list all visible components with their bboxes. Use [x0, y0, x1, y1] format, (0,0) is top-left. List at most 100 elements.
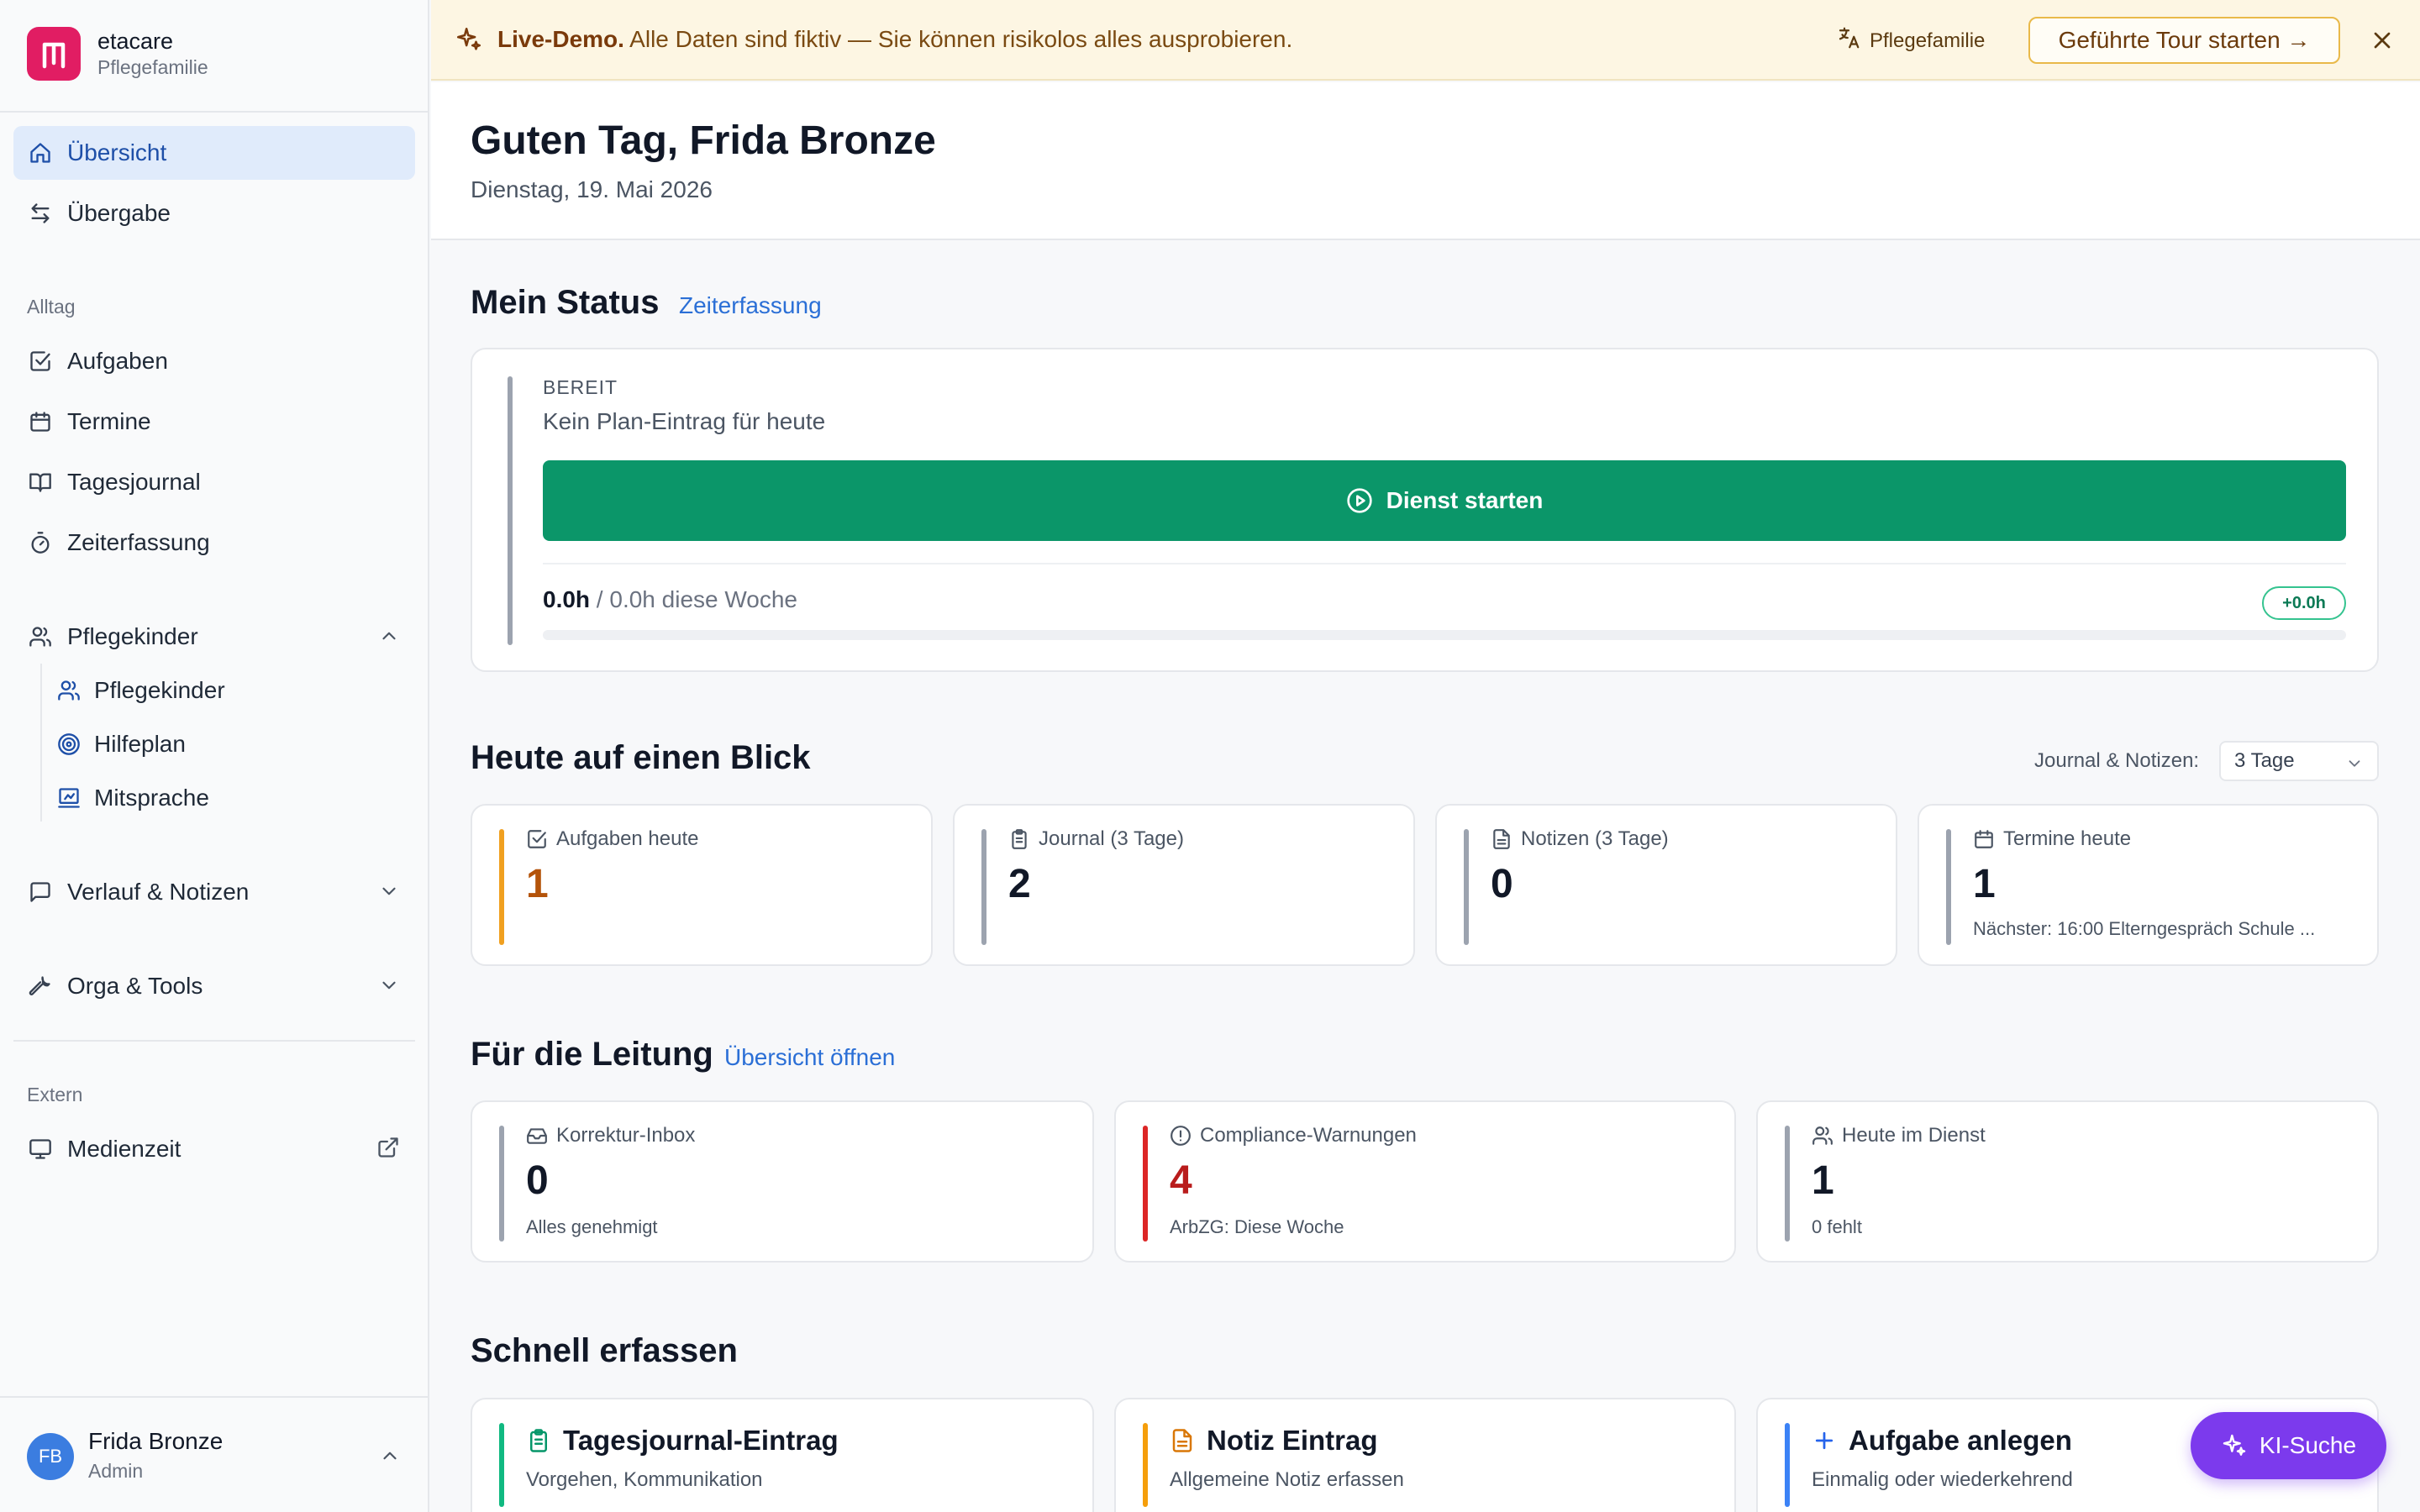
sidebar-item-aufgaben[interactable]: Aufgaben [13, 334, 415, 388]
sidebar-item-label: Termine [67, 408, 151, 434]
card-accent-bar [499, 1126, 504, 1242]
quick-card-tagesjournal[interactable]: Tagesjournal-Eintrag Vorgehen, Kommunika… [471, 1398, 1094, 1512]
sidebar-item-label: Pflegekinder [67, 623, 198, 649]
section-title-today: Heute auf einen Blick [471, 739, 811, 776]
submenu-guide [40, 664, 42, 822]
status-state: BEREIT [543, 376, 618, 398]
filter-label: Journal & Notizen: [2034, 749, 2200, 772]
sidebar-subitem-mitsprache[interactable]: Mitsprache [55, 774, 415, 822]
status-divider [543, 563, 2346, 564]
wrench-icon [27, 973, 54, 1000]
calendar-icon [27, 408, 54, 435]
clipboard-icon [1008, 828, 1030, 850]
stat-card-compliance[interactable]: Compliance-Warnungen 4 ArbZG: Diese Woch… [1114, 1100, 1736, 1263]
hours-done: 0.0h [543, 586, 591, 612]
page-header: Guten Tag, Frida Bronze Dienstag, 19. Ma… [431, 82, 2420, 240]
journal-range-select[interactable]: 3 Tage [2219, 741, 2379, 781]
sidebar-group-alltag: Alltag [27, 296, 76, 318]
swap-icon [27, 200, 54, 227]
stat-label: Korrektur-Inbox [556, 1124, 696, 1147]
close-icon[interactable] [2369, 27, 2396, 58]
chevron-down-icon [2345, 754, 2364, 779]
card-accent-bar [499, 1423, 504, 1507]
stat-card-notizen[interactable]: Notizen (3 Tage) 0 [1435, 804, 1897, 966]
sidebar-item-label: Tagesjournal [67, 469, 201, 495]
sidebar-item-label: Zeiterfassung [67, 529, 210, 555]
user-name: Frida Bronze [88, 1428, 224, 1454]
stat-card-aufgaben[interactable]: Aufgaben heute 1 [471, 804, 933, 966]
status-plan-text: Kein Plan-Eintrag für heute [543, 408, 826, 434]
sidebar-item-medienzeit[interactable]: Medienzeit [13, 1122, 415, 1176]
quick-card-title: Tagesjournal-Eintrag [563, 1425, 839, 1456]
start-shift-button[interactable]: Dienst starten [543, 460, 2346, 541]
sidebar-item-label: Aufgaben [67, 348, 168, 374]
sidebar-group-verlauf[interactable]: Verlauf & Notizen [13, 865, 415, 919]
section-title-leitung: Für die Leitung [471, 1036, 713, 1073]
banner-text: Alle Daten sind fiktiv — Sie können risi… [629, 26, 1293, 52]
checkbox-icon [27, 348, 54, 375]
ai-search-button[interactable]: KI-Suche [2191, 1412, 2386, 1479]
select-value: 3 Tage [2234, 749, 2295, 772]
sparkle-icon [2223, 1434, 2246, 1456]
stat-value: 0 [526, 1158, 549, 1203]
section-title-status: Mein Status [471, 284, 660, 321]
user-menu[interactable]: FB Frida Bronze Admin [0, 1396, 429, 1512]
sidebar-divider [13, 1040, 415, 1042]
card-accent-bar [1143, 1423, 1148, 1507]
stat-value: 1 [1812, 1158, 1834, 1203]
sidebar-item-tagesjournal[interactable]: Tagesjournal [13, 455, 415, 509]
brand-subtitle: Pflegefamilie [97, 56, 208, 78]
users-icon [55, 677, 82, 704]
translate-icon [1836, 25, 1861, 56]
card-accent-bar [1785, 1423, 1790, 1507]
timer-icon [27, 529, 54, 556]
stat-card-dienst[interactable]: Heute im Dienst 1 0 fehlt [1756, 1100, 2379, 1263]
stat-label: Journal (3 Tage) [1039, 827, 1184, 850]
quick-card-subtitle: Einmalig oder wiederkehrend [1812, 1468, 2073, 1491]
chevron-down-icon [378, 880, 400, 908]
sidebar-item-uebersicht[interactable]: Übersicht [13, 126, 415, 180]
sidebar-subitem-pflegekinder[interactable]: Pflegekinder [55, 667, 415, 714]
stat-card-korrektur[interactable]: Korrektur-Inbox 0 Alles genehmigt [471, 1100, 1094, 1263]
stat-label: Heute im Dienst [1842, 1124, 1986, 1147]
alert-icon [1170, 1125, 1192, 1147]
stat-value: 1 [1973, 862, 1996, 906]
brand[interactable]: etacare Pflegefamilie [27, 27, 208, 81]
sidebar-item-label: Orga & Tools [67, 973, 203, 999]
users-icon [1812, 1125, 1833, 1147]
stat-label: Aufgaben heute [556, 827, 699, 850]
sidebar-group-orga[interactable]: Orga & Tools [13, 959, 415, 1013]
sidebar-item-zeiterfassung[interactable]: Zeiterfassung [13, 516, 415, 570]
start-tour-button[interactable]: Geführte Tour starten → [2028, 17, 2340, 64]
stat-label: Compliance-Warnungen [1200, 1124, 1417, 1147]
document-icon [1170, 1428, 1195, 1453]
sparkle-icon [455, 25, 483, 58]
language-switch[interactable]: Pflegefamilie [1836, 25, 1985, 56]
stat-value: 1 [526, 862, 549, 906]
sidebar-item-uebergabe[interactable]: Übergabe [13, 186, 415, 240]
stat-card-termine[interactable]: Termine heute 1 Nächster: 16:00 Elternge… [1918, 804, 2379, 966]
section-title-quick: Schnell erfassen [471, 1332, 738, 1369]
stat-label: Notizen (3 Tage) [1521, 827, 1669, 850]
hours-total: / 0.0h diese Woche [590, 586, 797, 612]
quick-card-notiz[interactable]: Notiz Eintrag Allgemeine Notiz erfassen [1114, 1398, 1736, 1512]
stat-subtext: ArbZG: Diese Woche [1170, 1216, 1344, 1237]
sidebar-item-termine[interactable]: Termine [13, 395, 415, 449]
stat-card-journal[interactable]: Journal (3 Tage) 2 [953, 804, 1415, 966]
brand-name: etacare [97, 29, 174, 54]
chevron-down-icon [378, 974, 400, 1002]
sidebar-subitem-hilfeplan[interactable]: Hilfeplan [55, 721, 415, 768]
calendar-icon [1973, 828, 1995, 850]
status-card: BEREIT Kein Plan-Eintrag für heute Diens… [471, 348, 2379, 672]
link-uebersicht-oeffnen[interactable]: Übersicht öffnen [724, 1044, 895, 1071]
link-zeiterfassung[interactable]: Zeiterfassung [679, 292, 822, 319]
hours-delta-badge: +0.0h [2262, 586, 2346, 620]
home-icon [27, 139, 54, 166]
stat-value: 4 [1170, 1158, 1192, 1203]
sidebar-group-pflegekinder[interactable]: Pflegekinder [13, 610, 415, 664]
sidebar-item-label: Übergabe [67, 200, 171, 226]
user-role: Admin [88, 1460, 144, 1482]
card-accent-bar [1464, 829, 1469, 945]
avatar: FB [27, 1433, 74, 1480]
quick-card-subtitle: Allgemeine Notiz erfassen [1170, 1468, 1404, 1491]
